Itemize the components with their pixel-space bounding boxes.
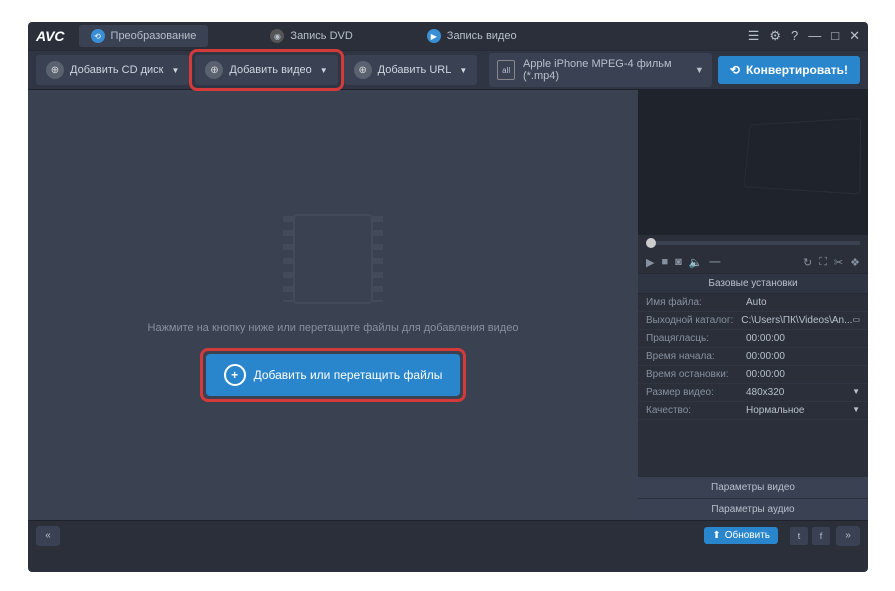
- output-format-selector[interactable]: all Apple iPhone MPEG-4 фильм (*.mp4) ▼: [489, 53, 712, 87]
- chevron-down-icon: ▼: [459, 66, 467, 75]
- value[interactable]: Auto: [746, 297, 860, 308]
- prop-size[interactable]: Размер видео:480x320▼: [638, 384, 868, 402]
- collapse-right-button[interactable]: »: [836, 526, 860, 546]
- tab-convert[interactable]: ⟲ Преобразование: [79, 25, 209, 47]
- chevron-down-icon: ▼: [172, 66, 180, 75]
- filmroll-icon: [744, 118, 862, 195]
- twitter-icon[interactable]: t: [790, 527, 808, 545]
- volume-slider[interactable]: ━━━: [709, 259, 720, 266]
- label: Имя файла:: [646, 297, 746, 308]
- toolbar: ⊕ Добавить CD диск ▼ ⊕ Добавить видео ▼ …: [28, 50, 868, 90]
- drop-hint-text: Нажмите на кнопку ниже или перетащите фа…: [148, 322, 519, 334]
- body: Нажмите на кнопку ниже или перетащите фа…: [28, 90, 868, 520]
- label: Размер видео:: [646, 387, 746, 398]
- label: Качество:: [646, 405, 746, 416]
- plus-circle-icon: +: [224, 364, 246, 386]
- tab-label: Запись DVD: [290, 30, 352, 42]
- up-arrow-icon: ⬆: [712, 530, 720, 541]
- prop-start: Время начала:00:00:00: [638, 348, 868, 366]
- collapse-left-button[interactable]: «: [36, 526, 60, 546]
- browse-icon[interactable]: ▭: [852, 315, 860, 326]
- value: Нормальное: [746, 405, 852, 416]
- chevron-down-icon: ▼: [320, 66, 328, 75]
- menu-icon[interactable]: ☰: [748, 28, 760, 44]
- prop-filename: Имя файла:Auto: [638, 294, 868, 312]
- help-icon[interactable]: ?: [791, 28, 798, 44]
- bottom-bar: « ⬆ Обновить t f »: [28, 520, 868, 550]
- label: Выходной каталог:: [646, 315, 741, 326]
- value[interactable]: 00:00:00: [746, 351, 860, 362]
- window-buttons: ☰ ⚙ ? — □ ✕: [748, 28, 860, 44]
- settings-icon[interactable]: ❖: [850, 256, 860, 269]
- social-buttons: t f: [790, 527, 830, 545]
- label: Працягласць:: [646, 333, 746, 344]
- refresh-icon: ⟲: [91, 29, 105, 43]
- add-files-button[interactable]: + Добавить или перетащить файлы: [206, 354, 461, 396]
- facebook-icon[interactable]: f: [812, 527, 830, 545]
- main-drop-area[interactable]: Нажмите на кнопку ниже или перетащите фа…: [28, 90, 638, 520]
- chevron-down-icon: ▼: [852, 405, 860, 416]
- tab-record[interactable]: ▶ Запись видео: [415, 25, 529, 47]
- minimize-icon[interactable]: —: [808, 28, 821, 44]
- add-url-button[interactable]: ⊕ Добавить URL ▼: [344, 55, 478, 85]
- gear-icon[interactable]: ⚙: [769, 28, 781, 44]
- film-placeholder-icon: [293, 214, 373, 304]
- format-all-icon: all: [497, 60, 515, 80]
- film-plus-icon: ⊕: [205, 61, 223, 79]
- prop-quality[interactable]: Качество:Нормальное▼: [638, 402, 868, 420]
- titlebar: AVC ⟲ Преобразование ◉ Запись DVD ▶ Запи…: [28, 22, 868, 50]
- fullscreen-icon[interactable]: ⛶: [819, 256, 827, 269]
- button-label: Конвертировать!: [746, 63, 848, 77]
- disc-icon: ◉: [270, 29, 284, 43]
- convert-icon: ⟲: [730, 63, 740, 77]
- convert-button[interactable]: ⟲ Конвертировать!: [718, 56, 860, 84]
- side-panel: ▶ ■ ◙ 🔈 ━━━ ↻ ⛶ ✂ ❖ Базовые установки Им…: [638, 90, 868, 520]
- chevron-down-icon: ▼: [695, 65, 704, 75]
- volume-icon[interactable]: 🔈: [689, 256, 703, 269]
- seek-slider[interactable]: [646, 241, 860, 245]
- label: Время начала:: [646, 351, 746, 362]
- play-icon: ▶: [427, 29, 441, 43]
- button-label: Добавить или перетащить файлы: [254, 368, 443, 382]
- close-icon[interactable]: ✕: [849, 28, 860, 44]
- value[interactable]: 00:00:00: [746, 369, 860, 380]
- button-label: Обновить: [725, 530, 770, 541]
- value: 480x320: [746, 387, 852, 398]
- tab-dvd[interactable]: ◉ Запись DVD: [258, 25, 364, 47]
- video-params-button[interactable]: Параметры видео: [638, 477, 868, 498]
- update-button[interactable]: ⬆ Обновить: [704, 527, 778, 544]
- format-label: Apple iPhone MPEG-4 фильм (*.mp4): [523, 58, 687, 82]
- rotate-icon[interactable]: ↻: [803, 256, 812, 269]
- link-plus-icon: ⊕: [354, 61, 372, 79]
- value[interactable]: C:\Users\ПК\Videos\An...: [741, 315, 852, 326]
- app-logo: AVC: [36, 28, 65, 44]
- cd-plus-icon: ⊕: [46, 61, 64, 79]
- add-video-button[interactable]: ⊕ Добавить видео ▼: [195, 55, 337, 85]
- preview-area: [638, 90, 868, 235]
- app-window: AVC ⟲ Преобразование ◉ Запись DVD ▶ Запи…: [28, 22, 868, 572]
- basic-settings-header: Базовые установки: [638, 273, 868, 294]
- maximize-icon[interactable]: □: [831, 28, 839, 44]
- cut-icon[interactable]: ✂: [834, 256, 843, 269]
- button-label: Добавить видео: [229, 64, 311, 76]
- value: 00:00:00: [746, 333, 860, 344]
- tab-label: Запись видео: [447, 30, 517, 42]
- audio-params-button[interactable]: Параметры аудио: [638, 499, 868, 520]
- play-icon[interactable]: ▶: [646, 256, 654, 269]
- prop-duration: Працягласць:00:00:00: [638, 330, 868, 348]
- prop-stop: Время остановки:00:00:00: [638, 366, 868, 384]
- tab-label: Преобразование: [111, 30, 197, 42]
- label: Время остановки:: [646, 369, 746, 380]
- button-label: Добавить URL: [378, 64, 452, 76]
- player-controls: ▶ ■ ◙ 🔈 ━━━ ↻ ⛶ ✂ ❖: [638, 251, 868, 273]
- chevron-down-icon: ▼: [852, 387, 860, 398]
- add-cd-button[interactable]: ⊕ Добавить CD диск ▼: [36, 55, 189, 85]
- snapshot-icon[interactable]: ◙: [675, 256, 682, 268]
- button-label: Добавить CD диск: [70, 64, 164, 76]
- stop-icon[interactable]: ■: [661, 256, 668, 268]
- prop-outdir: Выходной каталог:C:\Users\ПК\Videos\An..…: [638, 312, 868, 330]
